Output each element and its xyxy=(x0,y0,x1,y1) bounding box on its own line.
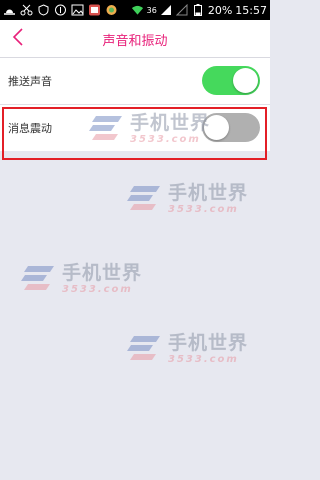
chevron-left-icon xyxy=(12,28,24,50)
image-icon xyxy=(71,4,84,16)
battery-percent: 20% xyxy=(207,3,233,17)
watermark-logo-icon xyxy=(126,332,162,366)
sunrise-icon xyxy=(3,4,16,16)
back-button[interactable] xyxy=(6,27,30,51)
push-sound-toggle[interactable] xyxy=(202,66,260,95)
watermark-main-text: 手机世界 xyxy=(62,261,143,284)
status-bar: 36 20% 15:57 xyxy=(0,0,270,20)
watermark-sub-text: 3533.com xyxy=(168,353,239,365)
watermark-main-text: 手机世界 xyxy=(168,331,249,354)
watermark: 手机世界 3533.com xyxy=(126,182,248,216)
app-icon xyxy=(88,4,101,16)
color-icon xyxy=(105,4,118,16)
signal-empty-icon xyxy=(176,4,189,16)
watermark-logo-icon xyxy=(126,182,162,216)
status-bar-notifications xyxy=(3,4,131,16)
message-vibrate-toggle[interactable] xyxy=(202,113,260,142)
watermark-sub-text: 3533.com xyxy=(130,133,201,145)
shield-icon xyxy=(37,4,50,16)
toggle-knob xyxy=(233,68,258,93)
status-bar-system: 36 20% 15:57 xyxy=(131,4,267,17)
scissor-icon xyxy=(20,4,33,16)
watermark-sub-text: 3533.com xyxy=(62,283,133,295)
page-title: 声音和振动 xyxy=(102,33,168,49)
watermark-main-text: 手机世界 xyxy=(168,181,249,204)
setting-row-push-sound: 推送声音 xyxy=(0,58,270,104)
clock: 15:57 xyxy=(235,3,267,17)
wifi-icon xyxy=(131,4,144,16)
watermark: 手机世界 3533.com xyxy=(126,332,248,366)
setting-label-message-vibrate: 消息震动 xyxy=(8,122,52,135)
watermark-main-text: 手机世界 xyxy=(130,111,211,134)
network-label: 36 xyxy=(146,5,157,15)
signal-icon xyxy=(160,4,173,16)
setting-label-push-sound: 推送声音 xyxy=(8,75,52,88)
nav-bar: 声音和振动 xyxy=(0,20,270,58)
watermark-logo-icon xyxy=(88,112,124,146)
number-icon xyxy=(54,4,67,16)
watermark: 手机世界 3533.com xyxy=(20,262,142,296)
battery-icon xyxy=(192,4,205,16)
watermark-sub-text: 3533.com xyxy=(168,203,239,215)
watermark: 手机世界 3533.com xyxy=(88,112,210,146)
watermark-logo-icon xyxy=(20,262,56,296)
